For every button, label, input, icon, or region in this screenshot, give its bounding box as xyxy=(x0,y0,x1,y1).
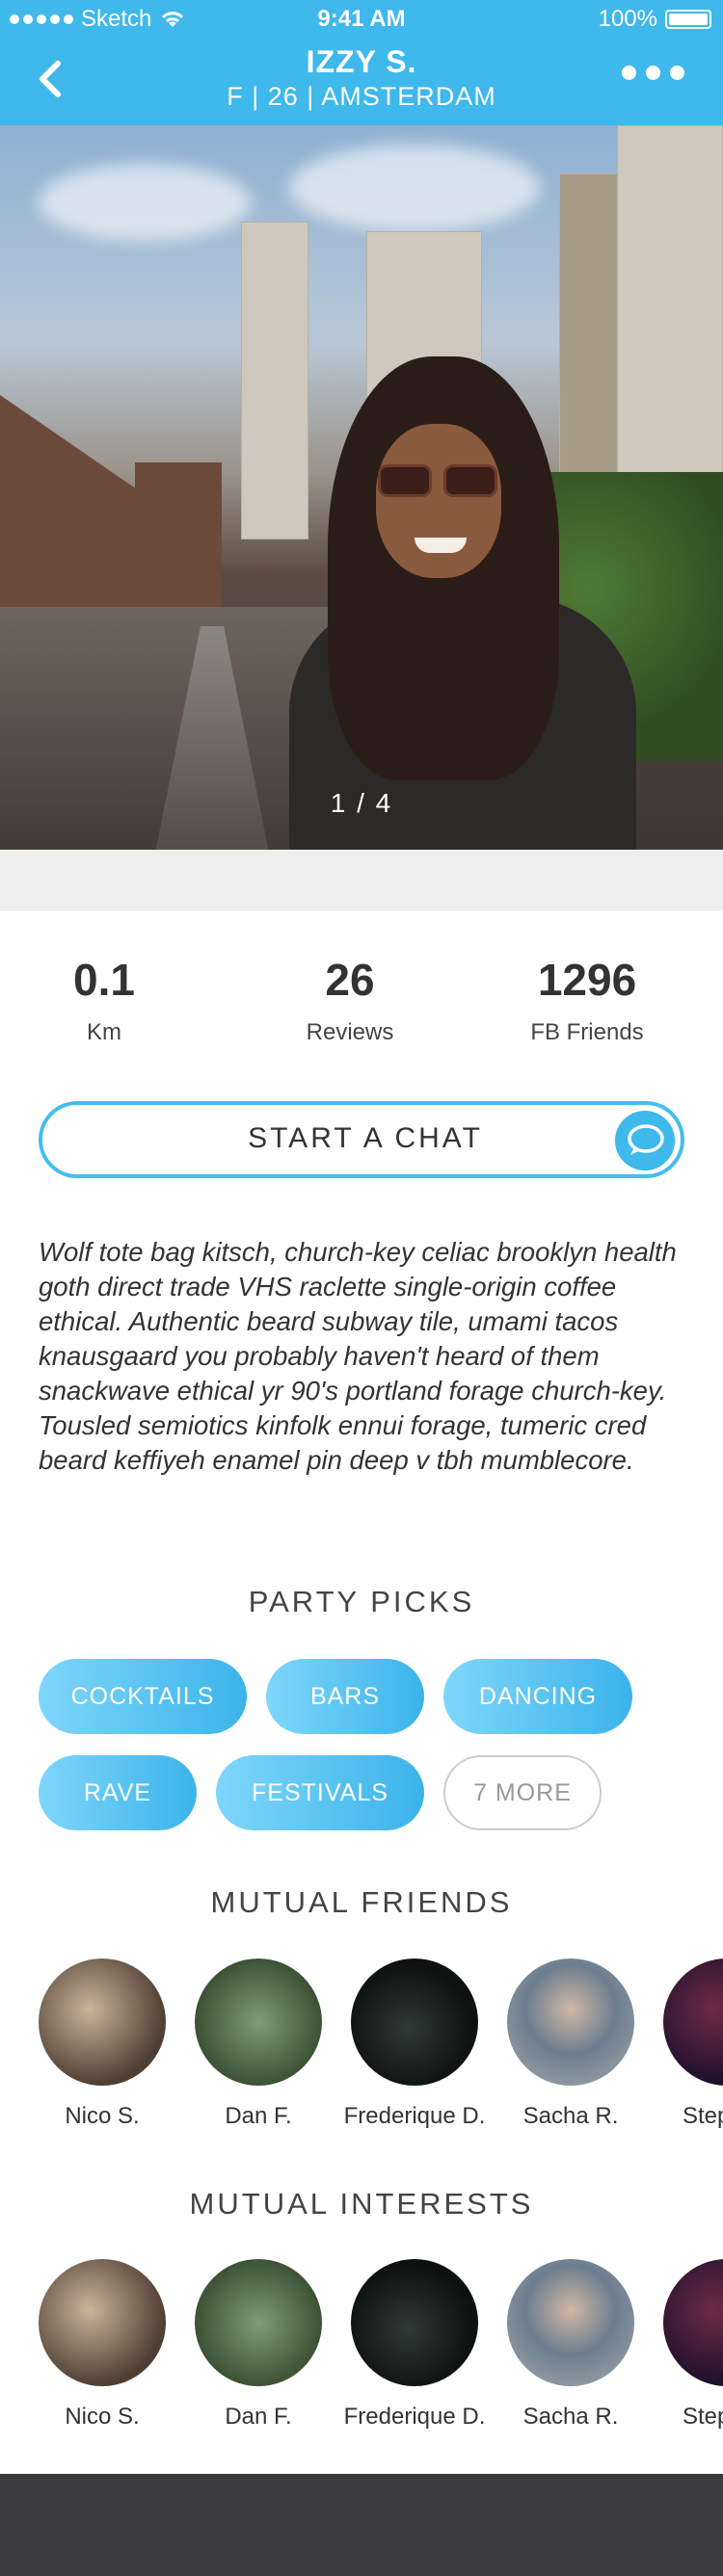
avatar xyxy=(507,2259,634,2386)
mutual-friends-title: MUTUAL FRIENDS xyxy=(210,1885,513,1919)
profile-title: IZZY S. F | 26 | AMSTERDAM xyxy=(0,44,723,112)
stat-value: 1296 xyxy=(537,955,637,1005)
interest-item[interactable]: Sacha R. xyxy=(507,2259,634,2431)
battery-percent: 100% xyxy=(598,6,657,32)
friend-name: Frederique D. xyxy=(343,2103,486,2129)
battery-group: 100% xyxy=(599,6,711,33)
person-figure xyxy=(289,356,636,850)
interest-item[interactable]: Dan F. xyxy=(195,2259,322,2431)
friend-name: Step xyxy=(683,2103,723,2129)
stat-distance: 0.1 Km xyxy=(8,954,201,1046)
friend-name: Sacha R. xyxy=(522,2103,619,2129)
stat-label: FB Friends xyxy=(530,1019,644,1045)
avatar xyxy=(39,2259,166,2386)
avatar xyxy=(663,2259,723,2386)
mutual-interests-title: MUTUAL INTERESTS xyxy=(189,2187,534,2221)
pick-dancing[interactable]: DANCING xyxy=(443,1659,632,1734)
interest-name: Frederique D. xyxy=(343,2404,486,2430)
avatar xyxy=(351,2259,478,2386)
header-bar: Sketch 9:41 AM 100% IZZY S. F | 26 | AMS… xyxy=(0,0,723,125)
stat-label: Km xyxy=(87,1019,121,1045)
photo-counter: 1 / 4 xyxy=(330,788,393,818)
pick-rave[interactable]: RAVE xyxy=(39,1755,197,1830)
interest-name: Step xyxy=(683,2404,723,2430)
avatar xyxy=(507,1958,634,2086)
stat-label: Reviews xyxy=(306,1019,394,1045)
avatar xyxy=(663,1958,723,2086)
profile-page: Sketch 9:41 AM 100% IZZY S. F | 26 | AMS… xyxy=(0,0,723,2576)
stat-value: 0.1 xyxy=(73,955,135,1005)
status-bar: Sketch 9:41 AM 100% xyxy=(0,6,723,39)
friend-item[interactable]: Sacha R. xyxy=(507,1958,634,2130)
profile-details: F | 26 | AMSTERDAM xyxy=(227,82,496,111)
interest-item[interactable]: Step xyxy=(663,2259,723,2431)
friend-item[interactable]: Dan F. xyxy=(195,1958,322,2130)
interest-name: Nico S. xyxy=(65,2404,140,2430)
friend-name: Nico S. xyxy=(65,2103,140,2129)
more-picks-button[interactable]: 7 MORE xyxy=(443,1755,602,1830)
bio-text: Wolf tote bag kitsch, church-key celiac … xyxy=(39,1237,677,1475)
avatar xyxy=(195,1958,322,2086)
profile-name: IZZY S. xyxy=(306,44,417,79)
friend-item[interactable]: Frederique D. xyxy=(344,1958,485,2130)
photo-divider xyxy=(0,850,723,911)
more-options-icon[interactable] xyxy=(622,66,684,80)
avatar xyxy=(351,1958,478,2086)
battery-icon xyxy=(665,10,711,29)
avatar xyxy=(195,2259,322,2386)
party-picks-title: PARTY PICKS xyxy=(248,1585,475,1618)
chat-bubble-icon xyxy=(615,1111,675,1170)
start-chat-button[interactable]: START A CHAT xyxy=(39,1101,684,1178)
start-chat-label: START A CHAT xyxy=(248,1122,483,1154)
interest-item[interactable]: Nico S. xyxy=(39,2259,166,2431)
profile-photo[interactable] xyxy=(0,125,723,850)
pick-festivals[interactable]: FESTIVALS xyxy=(216,1755,424,1830)
footer-bar xyxy=(0,2474,723,2576)
interest-item[interactable]: Frederique D. xyxy=(344,2259,485,2431)
stat-value: 26 xyxy=(325,955,375,1005)
friend-item[interactable]: Nico S. xyxy=(39,1958,166,2130)
friend-item[interactable]: Step xyxy=(663,1958,723,2130)
pick-bars[interactable]: BARS xyxy=(266,1659,424,1734)
avatar xyxy=(39,1958,166,2086)
pick-cocktails[interactable]: COCKTAILS xyxy=(39,1659,247,1734)
stat-reviews[interactable]: 26 Reviews xyxy=(254,954,446,1046)
friend-name: Dan F. xyxy=(225,2103,292,2129)
interest-name: Sacha R. xyxy=(522,2404,619,2430)
stat-fb-friends[interactable]: 1296 FB Friends xyxy=(491,954,683,1046)
interest-name: Dan F. xyxy=(225,2404,292,2430)
